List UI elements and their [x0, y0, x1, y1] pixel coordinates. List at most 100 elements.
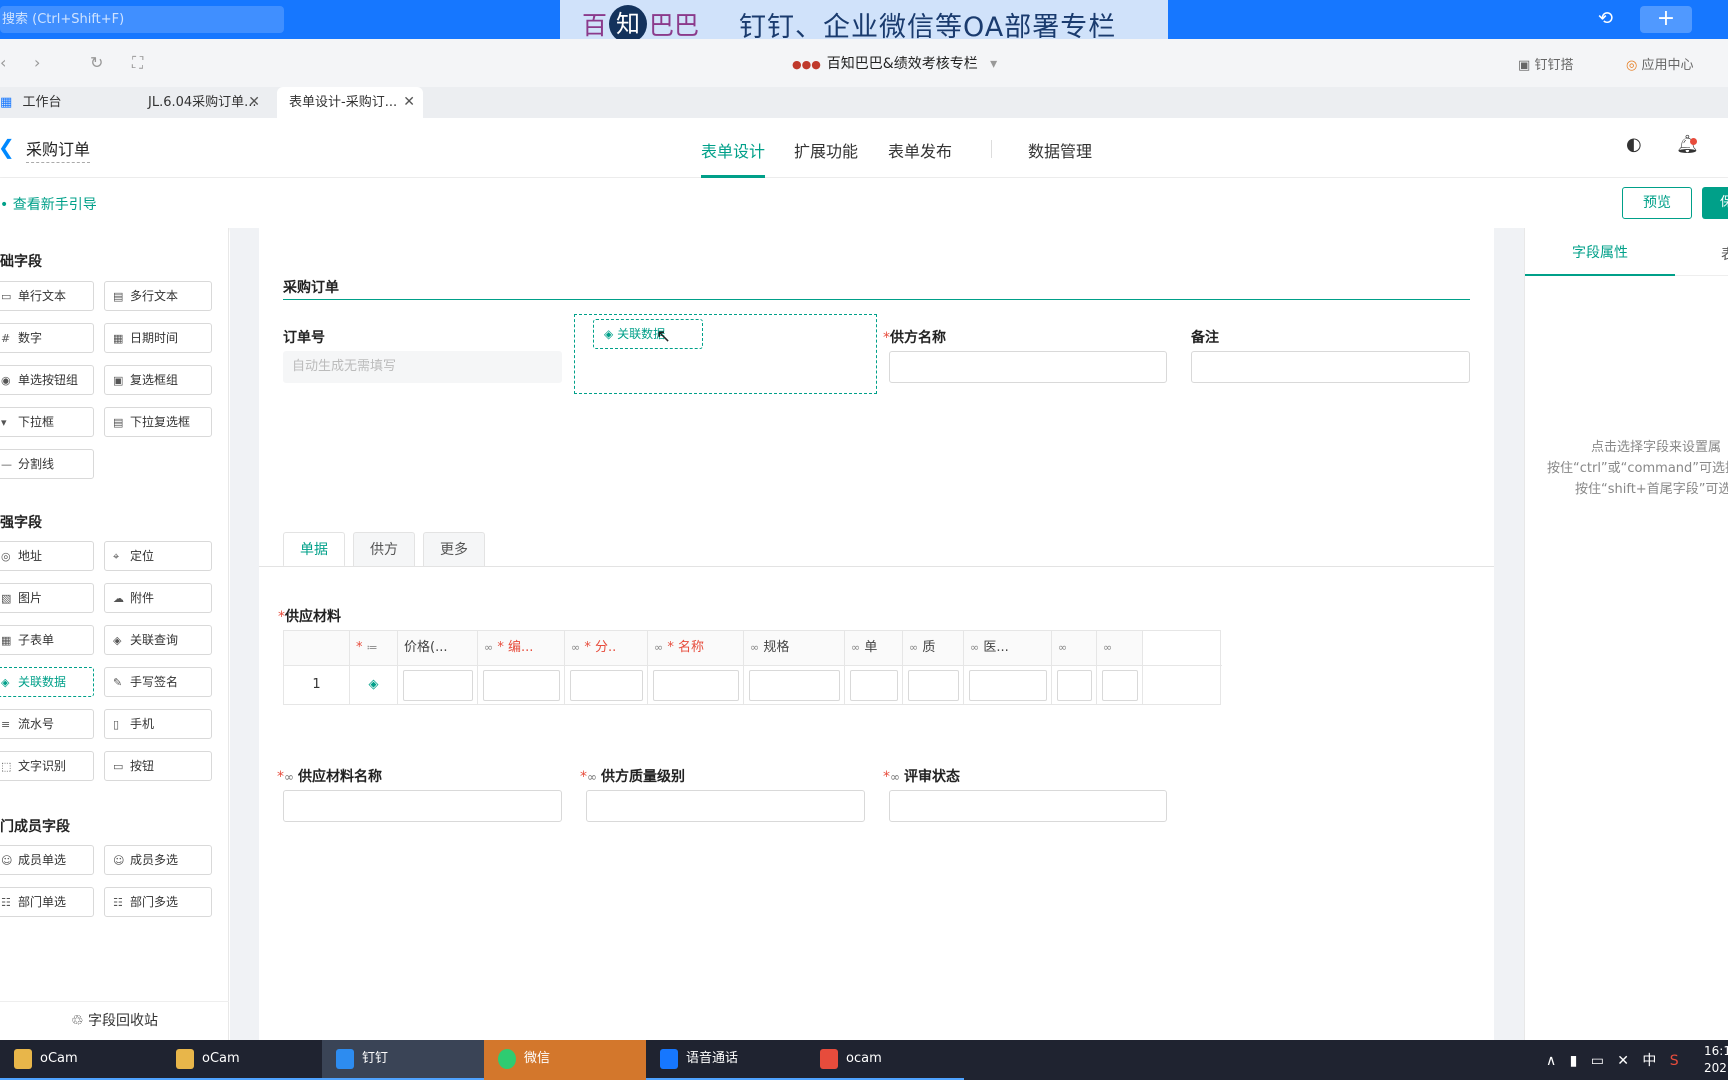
tab-field-properties[interactable]: 字段属性 [1525, 228, 1675, 276]
supplier-name-field[interactable] [889, 351, 1167, 383]
table-header[interactable]: ∞ 单 [845, 631, 903, 665]
volume-muted-icon[interactable]: ✕ [1617, 1053, 1629, 1069]
global-search-input[interactable]: 搜索 (Ctrl+Shift+F) [0, 6, 284, 33]
taskbar-item-ocam-app[interactable]: ocam [806, 1040, 964, 1080]
field-multi-line-text[interactable]: ▤ 多行文本 [104, 281, 212, 311]
cell-input[interactable] [1102, 670, 1138, 701]
taskbar-item-dingtalk[interactable]: 钉钉 [322, 1040, 484, 1080]
taskbar-item-wechat[interactable]: 微信 [484, 1040, 646, 1080]
field-button[interactable]: ▭ 按钮 [104, 751, 212, 781]
field-subform[interactable]: ▦ 子表单 [0, 625, 94, 655]
order-no-field[interactable]: 自动生成无需填写 [283, 351, 562, 383]
field-number[interactable]: # 数字 [0, 323, 94, 353]
field-multi-dropdown[interactable]: ▤ 下拉复选框 [104, 407, 212, 437]
cell-input[interactable] [403, 670, 473, 701]
form-name[interactable]: 采购订单 [26, 136, 91, 163]
table-header[interactable]: ∞ 规格 [744, 631, 845, 665]
table-header[interactable]: ∞ 医... [964, 631, 1052, 665]
nav-form-design[interactable]: 表单设计 [701, 138, 765, 162]
field-dept-multi[interactable]: ☷ 部门多选 [104, 887, 212, 917]
close-icon[interactable]: ✕ [403, 87, 415, 118]
tab-workbench[interactable]: ▦ 工作台 [0, 87, 128, 118]
cell-input[interactable] [483, 670, 560, 701]
field-checkbox-group[interactable]: ▣ 复选框组 [104, 365, 212, 395]
field-member-single[interactable]: ☺ 成员单选 [0, 845, 94, 875]
cell-input[interactable] [850, 670, 898, 701]
dingda-link[interactable]: ▣ 钉钉搭 [1518, 54, 1573, 73]
field-phone[interactable]: ▯ 手机 [104, 709, 212, 739]
sogou-icon[interactable]: S [1670, 1053, 1679, 1069]
quality-level-field[interactable] [586, 790, 865, 822]
cell-input[interactable] [653, 670, 739, 701]
preview-button[interactable]: 预览 [1622, 187, 1692, 219]
material-name-field[interactable] [283, 790, 562, 822]
cell-input[interactable] [969, 670, 1047, 701]
nav-data-management[interactable]: 数据管理 [1028, 138, 1092, 162]
bell-icon[interactable]: 🔔︎ [1676, 134, 1699, 155]
taskbar-item-voice-call[interactable]: 语音通话 [646, 1040, 806, 1080]
field-geolocation[interactable]: ⌖ 定位 [104, 541, 212, 571]
tab-form-properties[interactable]: 表 [1721, 244, 1728, 264]
table-cell [478, 665, 565, 705]
field-ocr[interactable]: ⬚ 文字识别 [0, 751, 94, 781]
form-tab-supplier[interactable]: 供方 [353, 532, 415, 567]
fullscreen-icon[interactable]: ⛶ [132, 53, 143, 73]
field-member-multi[interactable]: ☺ 成员多选 [104, 845, 212, 875]
dragging-related-data-chip[interactable]: ◈ 关联数据 [593, 319, 703, 349]
field-serial-number[interactable]: ≡ 流水号 [0, 709, 94, 739]
back-icon[interactable]: ❮ [0, 135, 15, 159]
back-nav-icon[interactable]: ‹ [0, 53, 6, 72]
nav-extensions[interactable]: 扩展功能 [794, 138, 858, 162]
cell-input[interactable] [908, 670, 959, 701]
ime-indicator[interactable]: 中 [1642, 1053, 1656, 1069]
cell-input[interactable] [749, 670, 840, 701]
review-status-field[interactable] [889, 790, 1167, 822]
table-header[interactable]: ∞ [1052, 631, 1097, 665]
table-header[interactable]: ∞ 质 [903, 631, 964, 665]
save-button[interactable]: 保 [1702, 187, 1728, 219]
network-icon[interactable]: ▭ [1591, 1053, 1604, 1069]
add-button[interactable]: + [1640, 6, 1692, 33]
table-header[interactable]: ∞ * 分.. [565, 631, 648, 665]
table-header[interactable]: ∞ [1097, 631, 1143, 665]
close-icon[interactable]: ✕ [248, 87, 260, 118]
field-datetime[interactable]: ▦ 日期时间 [104, 323, 212, 353]
taskbar-item-ocam-2[interactable]: oCam [162, 1040, 322, 1080]
remark-field[interactable] [1191, 351, 1470, 383]
field-address[interactable]: ◎ 地址 [0, 541, 94, 571]
clock[interactable]: 16:1 202 [1704, 1043, 1728, 1077]
field-dropdown[interactable]: ▾ 下拉框 [0, 407, 94, 437]
refresh-icon[interactable]: ↻ [90, 53, 103, 72]
compass-icon[interactable]: ◐ [1626, 134, 1642, 155]
field-radio-group[interactable]: ◉ 单选按钮组 [0, 365, 94, 395]
related-data-cell[interactable]: ◈ [350, 665, 398, 705]
field-related-data[interactable]: ◈ 关联数据 [0, 667, 94, 697]
history-icon[interactable]: ⟲ [1598, 8, 1613, 29]
table-header[interactable]: 价格(... [398, 631, 478, 665]
microphone-icon[interactable]: ▮ [1570, 1053, 1578, 1069]
tab-order[interactable]: JL.6.04采购订单... ✕ [136, 87, 268, 118]
cell-input[interactable] [1057, 670, 1092, 701]
guide-link[interactable]: • 查看新手引导 [0, 194, 97, 214]
nav-publish[interactable]: 表单发布 [888, 138, 952, 162]
table-header[interactable]: * ≔ [350, 631, 398, 665]
field-single-line-text[interactable]: ▭ 单行文本 [0, 281, 94, 311]
chevron-up-icon[interactable]: ∧ [1546, 1053, 1556, 1069]
site-title[interactable]: ●●● 百知巴巴&绩效考核专栏 ▾ [792, 53, 997, 73]
field-signature[interactable]: ✎ 手写签名 [104, 667, 212, 697]
field-attachment[interactable]: ☁ 附件 [104, 583, 212, 613]
form-tab-document[interactable]: 单据 [283, 532, 345, 567]
app-center-link[interactable]: ◎ 应用中心 [1626, 54, 1694, 73]
field-divider[interactable]: — 分割线 [0, 449, 94, 479]
field-recycle-bin[interactable]: ♲ 字段回收站 [0, 1001, 229, 1040]
cell-input[interactable] [570, 670, 643, 701]
tab-form-design[interactable]: 表单设计-采购订... ✕ [277, 87, 423, 118]
form-tab-more[interactable]: 更多 [423, 532, 485, 567]
field-dept-single[interactable]: ☷ 部门单选 [0, 887, 94, 917]
field-image[interactable]: ▧ 图片 [0, 583, 94, 613]
taskbar-item-ocam-1[interactable]: oCam [0, 1040, 162, 1080]
forward-nav-icon[interactable]: › [34, 53, 40, 72]
field-related-query[interactable]: ◈ 关联查询 [104, 625, 212, 655]
table-header[interactable]: ∞ * 名称 [648, 631, 744, 665]
table-header[interactable]: ∞ * 编... [478, 631, 565, 665]
